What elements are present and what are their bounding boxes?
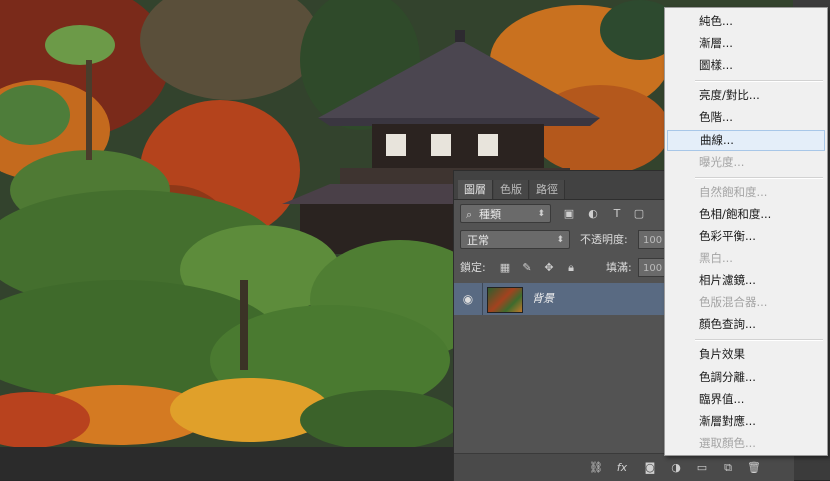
menu-separator xyxy=(695,176,823,179)
chevron-updown-icon: ⬍ xyxy=(537,209,545,219)
menu-item[interactable]: 黑白... xyxy=(667,248,825,269)
menu-item[interactable]: 色彩平衡... xyxy=(667,226,825,247)
pixel-filter-icon[interactable]: ▣ xyxy=(562,207,576,221)
menu-item[interactable]: 圖樣... xyxy=(667,55,825,76)
lock-label: 鎖定: xyxy=(460,261,486,274)
menu-item[interactable]: 漸層... xyxy=(667,33,825,54)
divider xyxy=(482,283,483,315)
link-layers-icon[interactable]: ⛓ xyxy=(588,460,604,476)
menu-item[interactable]: 漸層對應... xyxy=(667,411,825,432)
lock-transparent-icon[interactable]: ▦ xyxy=(498,261,512,275)
menu-item[interactable]: 色版混合器... xyxy=(667,292,825,313)
menu-item[interactable]: 亮度/對比... xyxy=(667,85,825,106)
layer-thumbnail xyxy=(487,287,523,313)
menu-item[interactable]: 色階... xyxy=(667,107,825,128)
shape-filter-icon[interactable]: ▢ xyxy=(632,207,646,221)
tab-paths[interactable]: 路徑 xyxy=(530,180,565,199)
menu-item[interactable]: 顏色查詢... xyxy=(667,314,825,335)
group-icon[interactable]: ▭ xyxy=(694,460,710,476)
menu-item[interactable]: 選取顏色... xyxy=(667,433,825,454)
fill-label: 填滿: xyxy=(606,261,632,274)
blend-mode-dropdown[interactable]: 正常 ⬍ xyxy=(460,230,570,249)
menu-item[interactable]: 相片濾鏡... xyxy=(667,270,825,291)
menu-item[interactable]: 臨界值... xyxy=(667,389,825,410)
lock-all-icon[interactable]: 🔒︎ xyxy=(564,261,578,275)
new-layer-icon[interactable]: ⧉ xyxy=(720,460,736,476)
trash-icon[interactable]: 🗑︎ xyxy=(746,460,762,476)
layer-name: 背景 xyxy=(532,292,554,305)
menu-separator xyxy=(695,80,823,83)
adjustment-layer-menu: 純色... 漸層... 圖樣... 亮度/對比... 色階... 曲線... 曝光度... 自… xyxy=(664,7,828,456)
menu-item[interactable]: 曝光度... xyxy=(667,152,825,173)
fx-icon[interactable]: fx xyxy=(614,460,630,476)
eye-icon[interactable]: ◉ xyxy=(458,289,478,309)
lock-move-icon[interactable]: ✥ xyxy=(542,261,556,275)
tab-layers[interactable]: 圖層 xyxy=(458,180,493,199)
tab-channels[interactable]: 色版 xyxy=(494,180,529,199)
menu-item[interactable]: 色相/飽和度... xyxy=(667,204,825,225)
filter-kind-dropdown[interactable]: ⌕ 種類 ⬍ xyxy=(460,204,551,223)
opacity-label: 不透明度: xyxy=(580,233,628,246)
adjustment-filter-icon[interactable]: ◐ xyxy=(586,207,600,221)
menu-item[interactable]: 純色... xyxy=(667,11,825,32)
menu-item[interactable]: 色調分離... xyxy=(667,367,825,388)
filter-kind-value: 種類 xyxy=(479,208,501,221)
chevron-updown-icon: ⬍ xyxy=(556,235,564,245)
menu-item[interactable]: 自然飽和度... xyxy=(667,182,825,203)
add-mask-icon[interactable]: ◙ xyxy=(642,460,658,476)
panel-footer: ⛓ fx ◙ ◑ ▭ ⧉ 🗑︎ xyxy=(454,453,794,481)
menu-item[interactable]: 曲線... xyxy=(667,129,825,151)
adjustment-layer-icon[interactable]: ◑ xyxy=(668,460,684,476)
lock-brush-icon[interactable]: ✎ xyxy=(520,261,534,275)
menu-separator xyxy=(695,339,823,342)
type-filter-icon[interactable]: T xyxy=(610,207,624,221)
search-icon: ⌕ xyxy=(466,208,473,221)
blend-mode-value: 正常 xyxy=(467,234,489,247)
menu-item[interactable]: 負片效果 xyxy=(667,344,825,365)
